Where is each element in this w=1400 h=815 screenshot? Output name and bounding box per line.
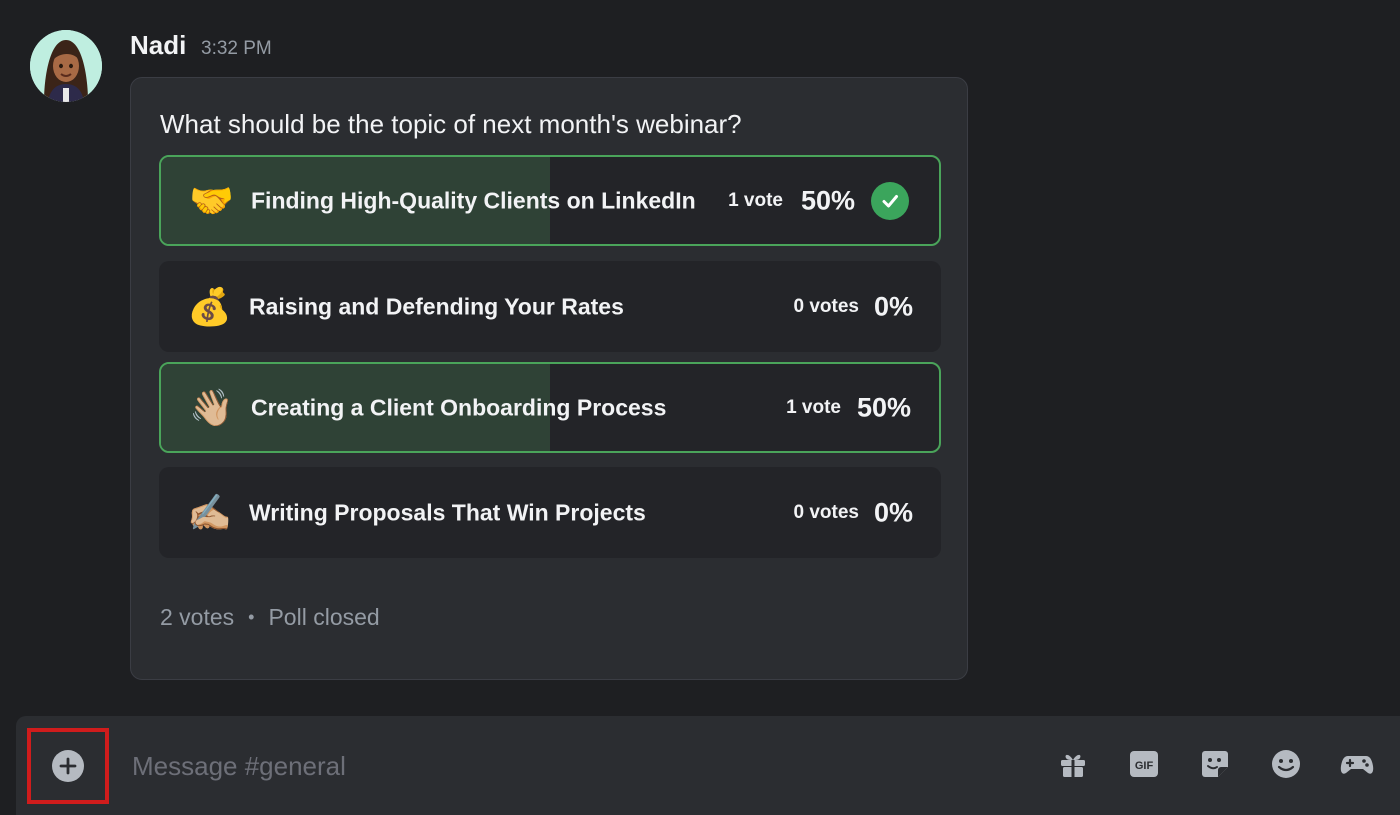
separator-dot: •	[248, 607, 255, 627]
poll-total-votes[interactable]: 2 votes	[160, 604, 234, 630]
poll-card: What should be the topic of next month's…	[130, 77, 968, 680]
gift-icon	[1061, 754, 1085, 777]
poll-answer-4[interactable]: ✍🏼 Writing Proposals That Win Projects 0…	[159, 467, 941, 558]
add-attachment-button[interactable]	[27, 728, 109, 804]
sticker-button[interactable]	[1198, 747, 1232, 781]
activity-icon	[1340, 756, 1374, 774]
poll-answer-votes: 0 votes	[793, 295, 859, 317]
poll-answer-label: Finding High-Quality Clients on LinkedIn	[251, 187, 696, 213]
poll-answer-votes: 0 votes	[793, 501, 859, 523]
avatar-illustration	[30, 30, 102, 102]
poll-status: Poll closed	[268, 604, 380, 630]
poll-answer-votes: 1 vote	[786, 396, 841, 418]
poll-answer-percent: 0%	[873, 497, 913, 527]
poll-answer-label: Raising and Defending Your Rates	[249, 293, 624, 319]
poll-answer-1[interactable]: 🤝 Finding High-Quality Clients on Linked…	[159, 155, 941, 246]
handshake-emoji-icon: 🤝	[189, 179, 234, 221]
checkmark-icon	[871, 181, 909, 220]
writing-hand-emoji-icon: ✍🏼	[187, 491, 232, 533]
money-bag-emoji-icon: 💰	[187, 285, 232, 327]
poll-question: What should be the topic of next month's…	[160, 109, 742, 139]
add-icon	[52, 750, 84, 782]
poll-answer-percent: 0%	[873, 291, 913, 321]
poll-answer-label: Writing Proposals That Win Projects	[249, 499, 646, 525]
author-name[interactable]: Nadi	[130, 30, 186, 61]
poll-answer-label: Creating a Client Onboarding Process	[251, 394, 667, 420]
gif-button[interactable]: GIF	[1127, 747, 1161, 781]
gif-icon: GIF	[1130, 751, 1158, 777]
sticker-icon	[1202, 751, 1228, 777]
poll-answer-percent: 50%	[856, 392, 911, 422]
svg-text:GIF: GIF	[1135, 760, 1154, 772]
activity-button[interactable]	[1340, 747, 1374, 781]
poll-footer: 2 votes • Poll closed	[160, 604, 380, 631]
message-composer: GIF	[16, 716, 1400, 815]
message-input[interactable]	[130, 742, 1014, 790]
poll-answer-3[interactable]: 👋🏼 Creating a Client Onboarding Process …	[159, 362, 941, 453]
gift-button[interactable]	[1056, 747, 1090, 781]
chat-area: Nadi 3:32 PM What should be the topic of…	[0, 0, 1400, 715]
emoji-button[interactable]	[1269, 747, 1303, 781]
message-timestamp: 3:32 PM	[201, 38, 272, 59]
poll-answer-percent: 50%	[800, 185, 855, 215]
emoji-icon	[1272, 750, 1300, 778]
poll-answer-2[interactable]: 💰 Raising and Defending Your Rates 0 vot…	[159, 261, 941, 352]
avatar[interactable]	[30, 30, 102, 102]
waving-hand-emoji-icon: 👋🏼	[189, 386, 234, 428]
poll-answer-votes: 1 vote	[728, 189, 783, 211]
